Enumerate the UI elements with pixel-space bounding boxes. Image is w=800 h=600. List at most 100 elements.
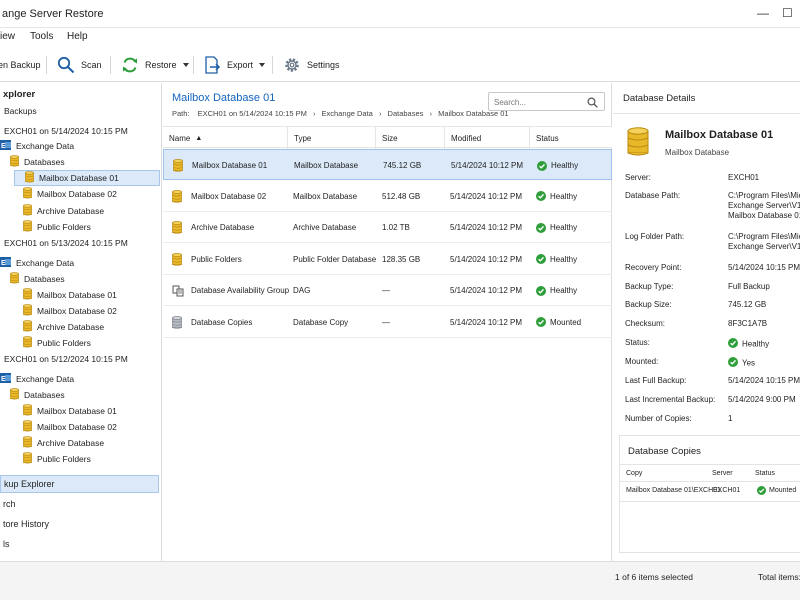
- database-icon: [25, 171, 34, 185]
- copies-column-status: Status: [755, 470, 775, 477]
- tree-item-label: Mailbox Database 02: [37, 306, 117, 316]
- nav-search[interactable]: rch: [0, 495, 161, 513]
- maximize-button[interactable]: ☐: [782, 6, 793, 20]
- column-label: Modified: [451, 133, 482, 143]
- open-backup-button[interactable]: en Backup: [0, 54, 41, 76]
- tree-item-database[interactable]: Mailbox Database 02: [23, 303, 117, 319]
- tree-item-exchange[interactable]: E Exchange Data: [0, 138, 74, 154]
- column-modified[interactable]: Modified: [444, 127, 529, 149]
- breadcrumb-item[interactable]: Databases: [388, 109, 424, 118]
- svg-text:E: E: [1, 376, 6, 383]
- breadcrumb-item[interactable]: Exchange Data: [322, 109, 373, 118]
- check-circle-icon: [728, 338, 738, 351]
- detail-value-line: Exchange Server\V15\: [728, 242, 800, 251]
- table-row[interactable]: Public Folders Public Folder Database 128.…: [163, 244, 612, 275]
- search-icon: [57, 56, 75, 74]
- tree-item-label: Archive Database: [37, 206, 105, 216]
- search-input[interactable]: Search...: [494, 98, 526, 107]
- tree-item-exchange[interactable]: E Exchange Data: [0, 255, 74, 271]
- minimize-button[interactable]: —: [757, 6, 769, 20]
- column-size[interactable]: Size: [375, 127, 444, 149]
- divider: [613, 113, 800, 114]
- cell-name: Database Copies: [191, 317, 253, 327]
- restore-button[interactable]: Restore: [121, 54, 189, 76]
- tree-item-folder[interactable]: Databases: [10, 154, 65, 170]
- database-icon: [23, 452, 32, 466]
- cell-size: 512.48 GB: [382, 191, 421, 201]
- toolbar: en Backup Scan Restore Export Settings: [0, 48, 800, 82]
- column-name[interactable]: Name ▲: [163, 127, 287, 149]
- tree-item-backup[interactable]: EXCH01 on 5/12/2024 10:15 PM: [4, 351, 128, 367]
- tree-item-database[interactable]: Archive Database: [23, 435, 104, 451]
- tree-item-backup[interactable]: EXCH01 on 5/14/2024 10:15 PM: [4, 123, 128, 139]
- table-row[interactable]: Archive Database Archive Database 1.02 TB 5…: [163, 212, 612, 243]
- scan-button[interactable]: Scan: [57, 54, 102, 76]
- tree-item-database[interactable]: Mailbox Database 02: [23, 186, 117, 202]
- database-copies-panel: Database Copies Copy Server Status Mailb…: [619, 435, 800, 553]
- tree-item-exchange[interactable]: E Exchange Data: [0, 371, 74, 387]
- detail-value: 5/14/2024 9:00 PM: [728, 395, 796, 405]
- nav-tools[interactable]: ls: [0, 535, 161, 553]
- check-circle-icon: [536, 244, 546, 275]
- database-icon: [23, 304, 32, 318]
- copies-row[interactable]: Mailbox Database 01\EXCH01 EXCH01 Mounte…: [620, 482, 800, 502]
- database-icon: [172, 307, 182, 338]
- detail-value: C:\Program Files\MicrExchange Server\V15…: [728, 191, 800, 221]
- database-icon: [172, 244, 182, 275]
- menu-help[interactable]: Help: [67, 31, 88, 42]
- table-row[interactable]: Database Copies Database Copy — 5/14/2024 1…: [163, 307, 612, 338]
- check-circle-icon: [536, 307, 546, 338]
- cell-status: Healthy: [550, 191, 578, 201]
- column-type[interactable]: Type: [287, 127, 375, 149]
- table-row[interactable]: Mailbox Database 02 Mailbox Database 512.4…: [163, 181, 612, 212]
- menu-view[interactable]: iew: [0, 31, 15, 42]
- explorer-pane: xplorer Backups EXCH01 on 5/14/2024 10:15…: [0, 83, 162, 561]
- tree-item-database[interactable]: Archive Database: [23, 319, 104, 335]
- detail-value-line: 8F3C1A7B: [728, 319, 768, 328]
- tree-item-label: Public Folders: [37, 338, 91, 348]
- tree-item-folder[interactable]: Databases: [10, 387, 65, 403]
- settings-label: Settings: [307, 60, 340, 70]
- tree-item-label: Mailbox Database 02: [37, 422, 117, 432]
- export-button[interactable]: Export: [204, 54, 266, 76]
- search-box[interactable]: Search...: [488, 92, 605, 111]
- nav-restore-history[interactable]: tore History: [0, 515, 161, 533]
- tree-item-database[interactable]: Archive Database: [23, 203, 104, 219]
- settings-button[interactable]: Settings: [283, 54, 340, 76]
- check-circle-icon: [537, 150, 547, 181]
- cell-status: Healthy: [551, 161, 579, 170]
- column-status[interactable]: Status: [529, 127, 612, 149]
- database-icon: [23, 436, 32, 450]
- column-label: Status: [536, 133, 559, 143]
- cell-status: Healthy: [550, 254, 578, 264]
- gear-icon: [283, 56, 301, 74]
- tree-item-database[interactable]: Mailbox Database 01: [23, 403, 117, 419]
- tree-item-backup[interactable]: EXCH01 on 5/13/2024 10:15 PM: [4, 235, 128, 251]
- tree-item-backup[interactable]: Backups: [4, 103, 37, 119]
- database-name: Mailbox Database 01: [665, 129, 774, 141]
- cell-status: Mounted: [550, 317, 582, 327]
- toolbar-divider: [110, 56, 111, 74]
- database-icon: [23, 220, 32, 234]
- nav-backup-explorer[interactable]: kup Explorer: [0, 475, 159, 493]
- tree-item-database[interactable]: Mailbox Database 01: [14, 170, 160, 186]
- tree-item-database[interactable]: Mailbox Database 01: [23, 287, 117, 303]
- tree-item-folder[interactable]: Databases: [10, 271, 65, 287]
- tree-item-label: Databases: [24, 390, 65, 400]
- search-icon[interactable]: [587, 97, 598, 110]
- tree-item-database[interactable]: Mailbox Database 02: [23, 419, 117, 435]
- detail-value: 5/14/2024 10:15 PM: [728, 263, 800, 273]
- tree-item-database[interactable]: Public Folders: [23, 335, 91, 351]
- detail-label: Backup Size:: [625, 300, 672, 309]
- database-icon: [23, 288, 32, 302]
- breadcrumb-item[interactable]: EXCH01 on 5/14/2024 10:15 PM: [198, 109, 307, 118]
- table-row[interactable]: Mailbox Database 01 Mailbox Database 745.1…: [163, 149, 612, 180]
- menu-tools[interactable]: Tools: [30, 31, 53, 42]
- detail-value: 5/14/2024 10:15 PM: [728, 376, 800, 386]
- database-type: Mailbox Database: [665, 148, 730, 157]
- tree-item-database[interactable]: Public Folders: [23, 451, 91, 467]
- title-bar: ange Server Restore — ☐: [0, 0, 800, 28]
- table-row[interactable]: Database Availability Group DAG — 5/14/2024…: [163, 275, 612, 306]
- tree-item-database[interactable]: Public Folders: [23, 219, 91, 235]
- cell-name: Archive Database: [191, 223, 255, 232]
